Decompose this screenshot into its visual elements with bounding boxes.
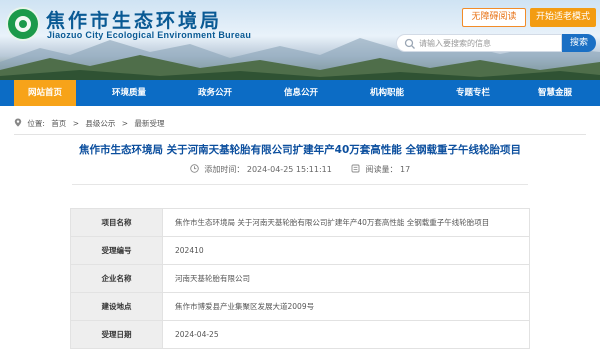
- nav-home[interactable]: 网站首页: [14, 80, 76, 106]
- breadcrumb-home[interactable]: 首页: [51, 119, 66, 128]
- breadcrumb-latest-accepted[interactable]: 最新受理: [134, 119, 164, 128]
- row-key-acceptance-no: 受理编号: [70, 236, 163, 265]
- breadcrumb-separator: >: [121, 119, 129, 128]
- nav-government-affairs[interactable]: 政务公开: [182, 80, 248, 106]
- views-icon: [351, 164, 360, 173]
- date-label: 添加时间：: [204, 165, 245, 174]
- table-row: 企业名称 河南天基轮胎有限公司: [70, 264, 530, 293]
- nav-information-disclosure[interactable]: 信息公开: [268, 80, 334, 106]
- article-meta: 添加时间： 2024-04-25 15:11:11 阅读量： 17: [0, 164, 600, 175]
- breadcrumb-prefix: 位置:: [27, 119, 45, 128]
- row-value-project-name: 焦作市生态环境局 关于河南天基轮胎有限公司扩建年产40万套高性能 全钢载重子午线…: [162, 208, 530, 237]
- accessibility-button[interactable]: 无障碍阅读: [462, 8, 526, 27]
- search-box: [396, 34, 562, 52]
- breadcrumb-separator: >: [72, 119, 79, 128]
- breadcrumb-divider: [14, 134, 586, 135]
- nav-special-topics[interactable]: 专题专栏: [440, 80, 506, 106]
- elder-mode-button[interactable]: 开始适老模式: [530, 8, 596, 27]
- site-logo[interactable]: [6, 7, 40, 41]
- table-row: 项目名称 焦作市生态环境局 关于河南天基轮胎有限公司扩建年产40万套高性能 全钢…: [70, 208, 530, 237]
- site-subtitle: Jiaozuo City Ecological Environment Bure…: [47, 30, 252, 40]
- nav-institution-functions[interactable]: 机构职能: [354, 80, 420, 106]
- site-title: 焦作市生态环境局: [46, 10, 223, 32]
- breadcrumb: 位置: 首页 > 县级公示 > 最新受理: [14, 118, 168, 130]
- table-row: 受理编号 202410: [70, 236, 530, 265]
- article-title: 焦作市生态环境局 关于河南天基轮胎有限公司扩建年产40万套高性能 全钢载重子午线…: [79, 144, 521, 156]
- row-value-company-name: 河南天基轮胎有限公司: [162, 264, 530, 293]
- row-value-location: 焦作市博爱县产业集聚区发展大道2009号: [162, 292, 530, 321]
- views-label: 阅读量：: [365, 165, 398, 174]
- date-value: 2024-04-25 15:11:11: [246, 165, 332, 174]
- project-info-table: 项目名称 焦作市生态环境局 关于河南天基轮胎有限公司扩建年产40万套高性能 全钢…: [70, 208, 530, 349]
- search-button[interactable]: 搜索: [562, 34, 596, 52]
- search-icon: [404, 38, 415, 49]
- row-key-location: 建设地点: [70, 292, 163, 321]
- row-key-acceptance-date: 受理日期: [70, 320, 163, 349]
- nav-environment-quality[interactable]: 环境质量: [96, 80, 162, 106]
- main-nav: 网站首页 环境质量 政务公开 信息公开 机构职能 专题专栏 智慧金服: [0, 80, 600, 106]
- nav-smart-services[interactable]: 智慧金服: [522, 80, 588, 106]
- site-header: 焦作市生态环境局 Jiaozuo City Ecological Environ…: [0, 0, 600, 80]
- search-input[interactable]: [419, 37, 559, 50]
- row-value-acceptance-no: 202410: [162, 236, 530, 265]
- row-key-project-name: 项目名称: [70, 208, 163, 237]
- clock-icon: [190, 164, 199, 173]
- meta-divider: [72, 184, 528, 185]
- row-key-company-name: 企业名称: [70, 264, 163, 293]
- breadcrumb-county-notice[interactable]: 县级公示: [85, 119, 115, 128]
- location-pin-icon: [14, 118, 22, 127]
- table-row: 受理日期 2024-04-25: [70, 320, 530, 349]
- row-value-acceptance-date: 2024-04-25: [162, 320, 530, 349]
- table-row: 建设地点 焦作市博爱县产业集聚区发展大道2009号: [70, 292, 530, 321]
- views-value: 17: [400, 165, 411, 174]
